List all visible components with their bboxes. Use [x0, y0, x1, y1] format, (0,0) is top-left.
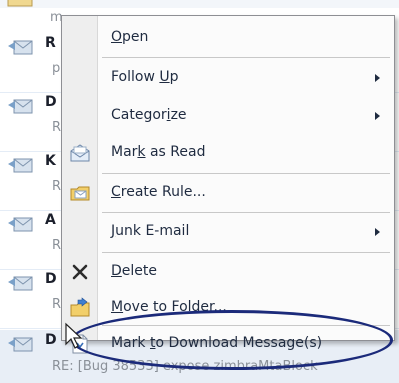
menu-item-label: Follow Up [111, 69, 179, 85]
menu-item-follow-up[interactable]: Follow Up [62, 60, 394, 96]
create-rule-icon [70, 186, 90, 201]
menu-item-label: Junk E-mail [111, 223, 190, 239]
message-reply-envelope-icon [8, 217, 33, 232]
message-subject: R [52, 120, 62, 135]
message-row-partial[interactable]: m [0, 0, 399, 25]
message-reply-envelope-icon [8, 158, 33, 173]
message-sender: K [45, 153, 56, 169]
mouse-cursor-icon [65, 322, 83, 349]
message-sender: D [45, 94, 57, 110]
menu-item-label: Open [111, 29, 149, 45]
message-sender: D [45, 271, 57, 287]
submenu-arrow-icon [375, 74, 380, 82]
message-subject: R [52, 297, 62, 312]
message-reply-envelope-icon [8, 337, 33, 352]
menu-item-label: Create Rule... [111, 184, 206, 200]
menu-divider [102, 252, 390, 253]
message-reply-envelope-icon [8, 99, 33, 114]
context-menu: Open Follow Up Categorize Mark as Read C… [61, 15, 395, 354]
message-reply-envelope-icon [8, 276, 33, 291]
menu-item-create-rule[interactable]: Create Rule... [62, 175, 394, 211]
message-sender: R [45, 35, 56, 51]
delete-x-icon [72, 264, 88, 280]
submenu-arrow-icon [375, 112, 380, 120]
menu-item-categorize[interactable]: Categorize [62, 98, 394, 134]
menu-item-mark-to-download[interactable]: Mark to Download Message(s) [62, 326, 394, 362]
menu-item-junk-email[interactable]: Junk E-mail [62, 214, 394, 250]
open-envelope-icon [70, 144, 90, 162]
menu-item-label: Delete [111, 263, 157, 279]
menu-divider [102, 212, 390, 213]
message-sender: D [45, 332, 57, 348]
menu-item-label: Categorize [111, 107, 187, 123]
message-envelope-icon [7, 0, 33, 7]
message-subject: p [52, 61, 61, 76]
message-reply-envelope-icon [8, 40, 33, 55]
menu-item-label: Mark as Read [111, 144, 206, 160]
menu-item-move-to-folder[interactable]: Move to Folder... [62, 290, 394, 326]
menu-item-mark-as-read[interactable]: Mark as Read [62, 135, 394, 171]
menu-item-open[interactable]: Open [62, 20, 394, 56]
message-subject: R [52, 179, 62, 194]
menu-divider [102, 57, 390, 58]
message-subject: R [52, 238, 62, 253]
menu-divider [102, 173, 390, 174]
menu-item-delete[interactable]: Delete [62, 254, 394, 290]
menu-item-label: Mark to Download Message(s) [111, 335, 323, 351]
move-to-folder-icon [70, 297, 90, 317]
submenu-arrow-icon [375, 228, 380, 236]
menu-item-label: Move to Folder... [111, 299, 227, 315]
message-sender: A [45, 212, 56, 228]
